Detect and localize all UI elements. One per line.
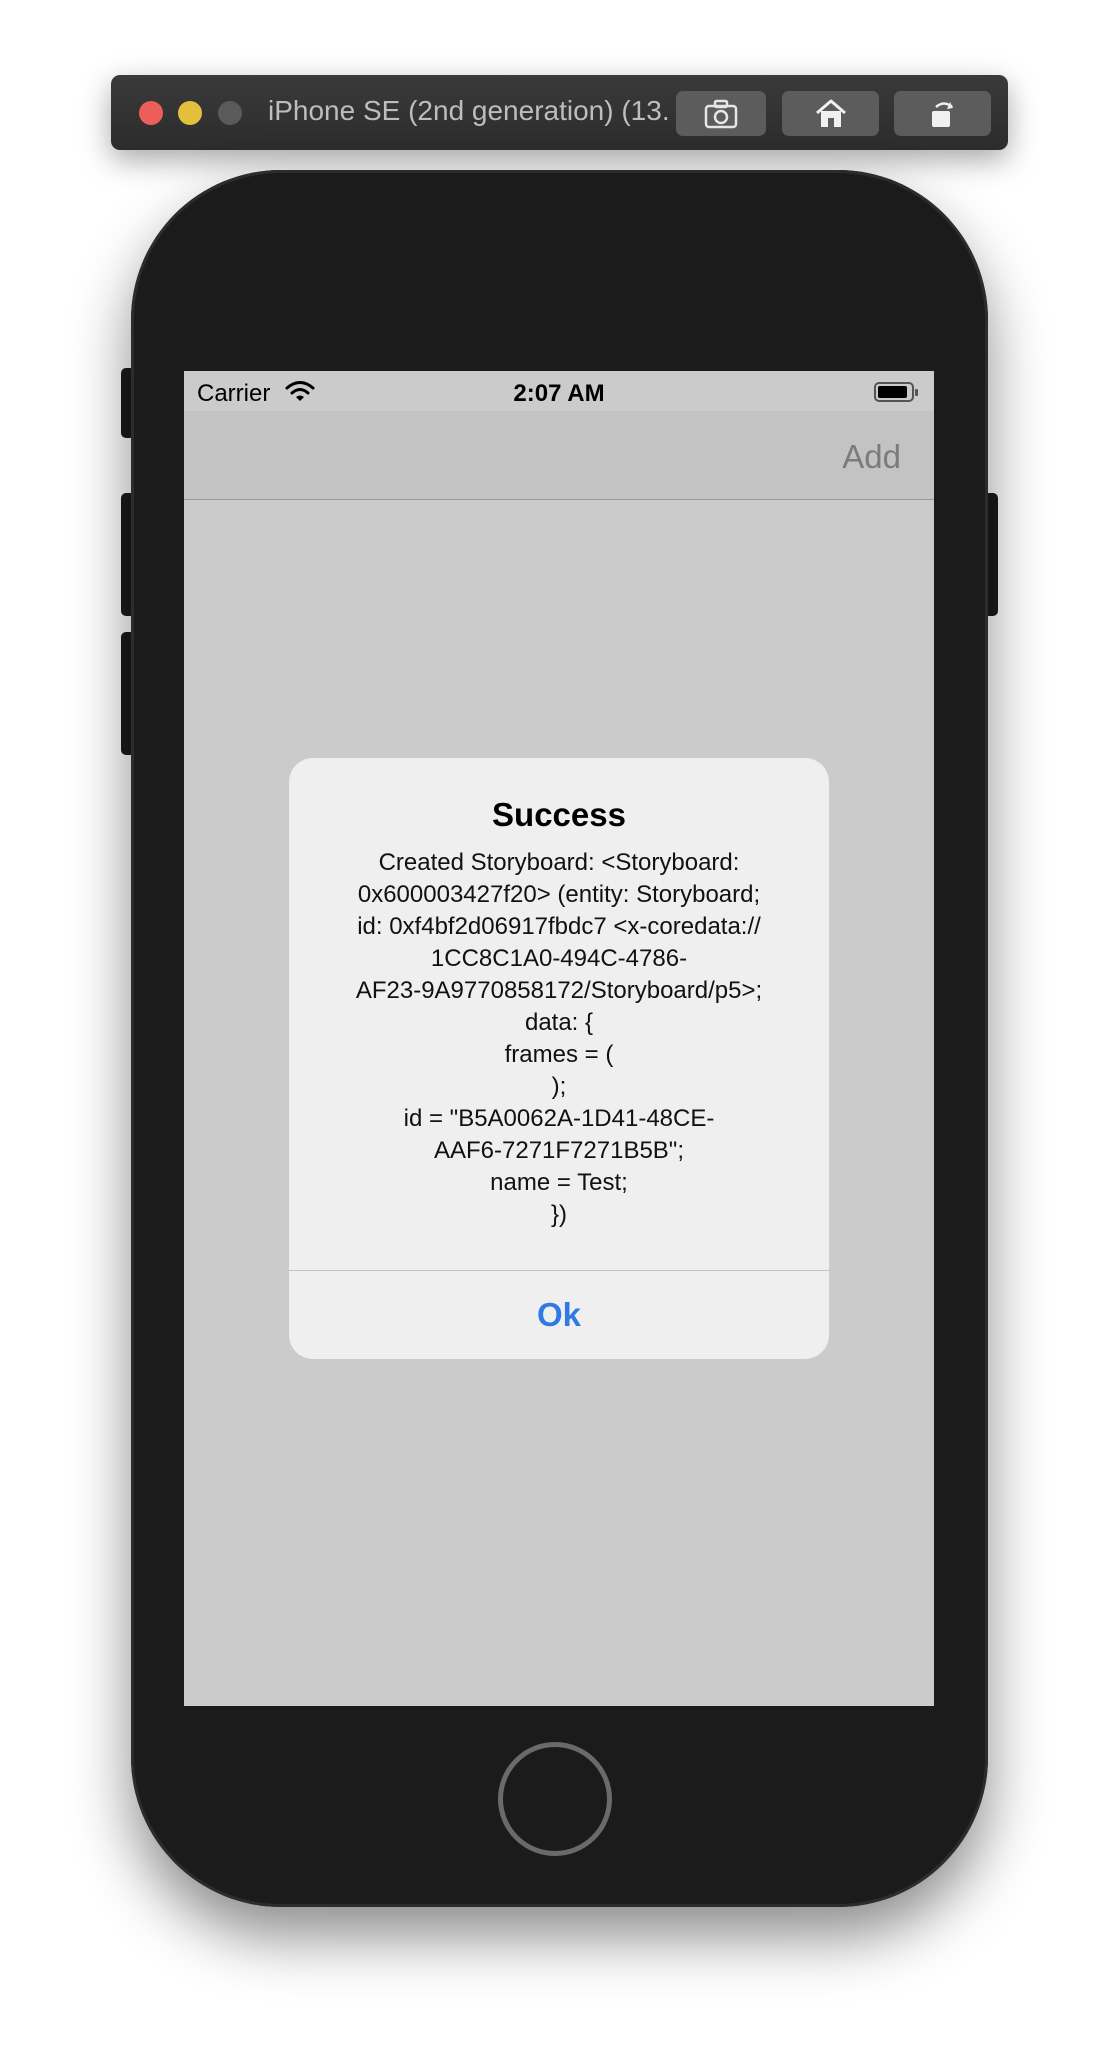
home-button[interactable] (782, 91, 879, 136)
simulator-titlebar: iPhone SE (2nd generation) (13... (111, 75, 1008, 150)
zoom-window-button[interactable] (218, 101, 242, 125)
alert-title: Success (492, 796, 626, 833)
alert-dialog: Success Created Storyboard: <Storyboard:… (289, 758, 829, 1359)
rotate-icon (931, 101, 953, 127)
simulator-title: iPhone SE (2nd generation) (13... (268, 95, 668, 126)
add-button[interactable]: Add (842, 438, 901, 476)
camera-icon (704, 99, 738, 128)
battery-icon (874, 382, 918, 402)
alert-message: Created Storyboard: <Storyboard: 0x60000… (355, 849, 763, 1228)
simulator-window: iPhone SE (2nd generation) (13... Carrie… (0, 0, 1118, 2056)
rotate-button[interactable] (894, 91, 991, 136)
minimize-window-button[interactable] (178, 101, 202, 125)
close-window-button[interactable] (139, 101, 163, 125)
ok-button[interactable]: Ok (289, 1271, 829, 1359)
navigation-bar: Add (184, 411, 934, 500)
device-screen: Carrier 2:07 AM Add Success Created Stor… (184, 371, 934, 1706)
home-icon (815, 99, 846, 127)
screenshot-button[interactable] (676, 91, 766, 136)
status-bar: Carrier 2:07 AM (184, 371, 934, 411)
device-home-button[interactable] (498, 1742, 612, 1856)
status-time: 2:07 AM (513, 380, 605, 407)
